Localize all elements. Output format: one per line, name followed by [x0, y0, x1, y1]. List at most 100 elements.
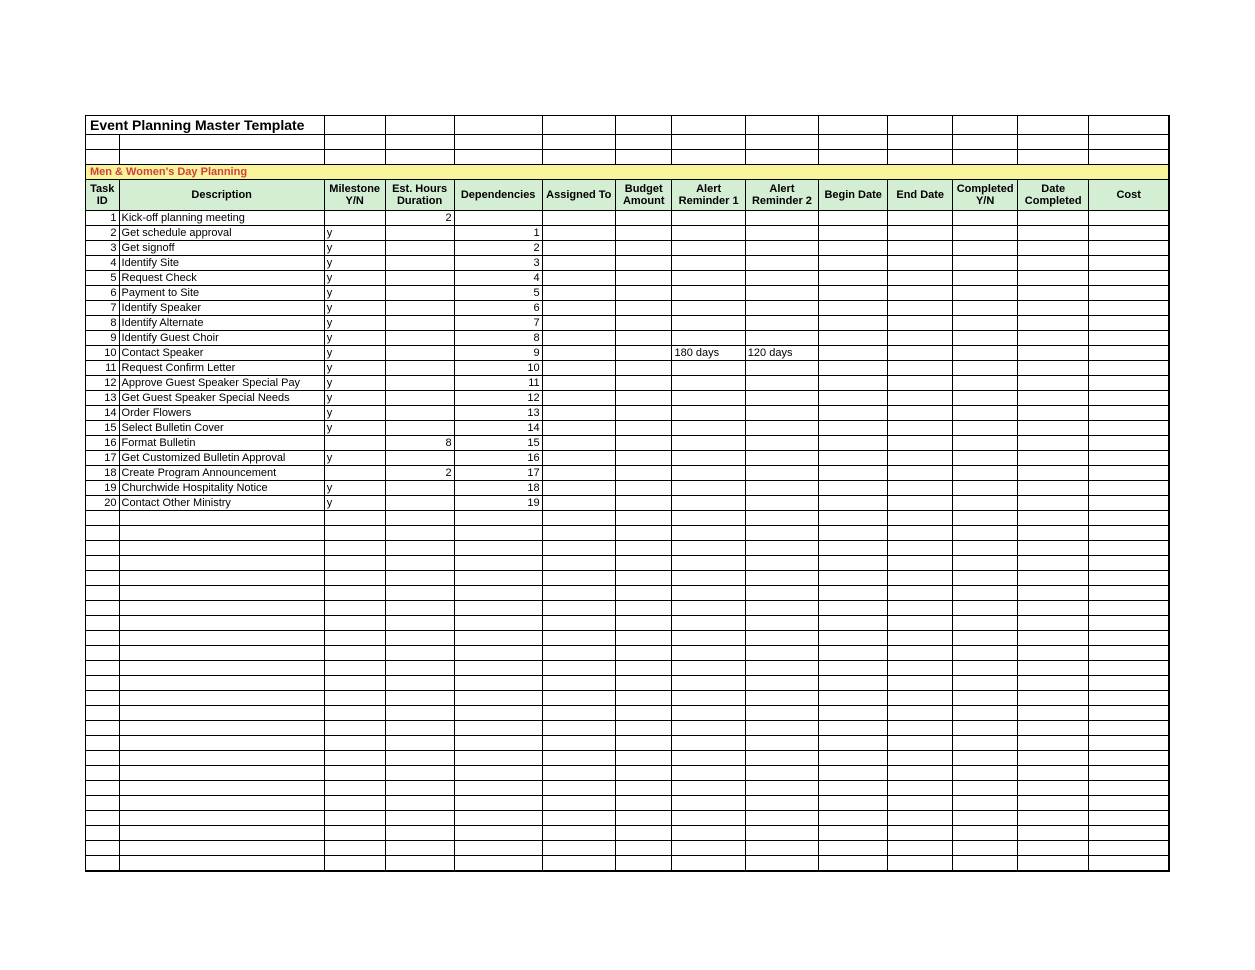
empty-cell[interactable] [385, 511, 454, 526]
empty-cell[interactable] [953, 631, 1018, 646]
cell-cost[interactable] [1089, 271, 1169, 286]
cell-cost[interactable] [1089, 316, 1169, 331]
empty-cell[interactable] [454, 616, 542, 631]
empty-cell[interactable] [324, 706, 385, 721]
empty-cell[interactable] [454, 841, 542, 856]
cell-budget[interactable] [615, 436, 672, 451]
empty-cell[interactable] [819, 796, 888, 811]
empty-cell[interactable] [819, 766, 888, 781]
empty-cell[interactable] [1018, 766, 1089, 781]
cell-est-hours[interactable] [385, 331, 454, 346]
empty-cell[interactable] [953, 811, 1018, 826]
cell-cost[interactable] [1089, 211, 1169, 226]
empty-cell[interactable] [324, 526, 385, 541]
cell-alert-2[interactable] [745, 496, 818, 511]
empty-cell[interactable] [385, 856, 454, 871]
empty-cell[interactable] [1018, 586, 1089, 601]
cell-task-id[interactable]: 20 [86, 496, 120, 511]
cell-assigned-to[interactable] [542, 376, 615, 391]
cell-milestone[interactable]: y [324, 421, 385, 436]
empty-cell[interactable] [542, 556, 615, 571]
empty-cell[interactable] [385, 556, 454, 571]
cell-description[interactable]: Identify Guest Choir [119, 331, 324, 346]
cell-assigned-to[interactable] [542, 421, 615, 436]
empty-cell[interactable] [86, 556, 120, 571]
empty-cell[interactable] [1018, 571, 1089, 586]
empty-cell[interactable] [454, 751, 542, 766]
empty-cell[interactable] [1018, 751, 1089, 766]
cell-begin-date[interactable] [819, 316, 888, 331]
empty-cell[interactable] [86, 841, 120, 856]
empty-cell[interactable] [324, 826, 385, 841]
cell-dependencies[interactable]: 13 [454, 406, 542, 421]
cell-cost[interactable] [1089, 361, 1169, 376]
cell-begin-date[interactable] [819, 391, 888, 406]
empty-cell[interactable] [324, 811, 385, 826]
empty-cell[interactable] [819, 526, 888, 541]
cell-assigned-to[interactable] [542, 271, 615, 286]
cell-est-hours[interactable] [385, 286, 454, 301]
empty-cell[interactable] [745, 676, 818, 691]
empty-cell[interactable] [1089, 766, 1169, 781]
empty-cell[interactable] [119, 811, 324, 826]
empty-cell[interactable] [86, 826, 120, 841]
cell-task-id[interactable]: 8 [86, 316, 120, 331]
cell-end-date[interactable] [888, 211, 953, 226]
cell-est-hours[interactable] [385, 346, 454, 361]
empty-cell[interactable] [745, 856, 818, 871]
empty-cell[interactable] [953, 571, 1018, 586]
empty-cell[interactable] [385, 736, 454, 751]
empty-cell[interactable] [385, 661, 454, 676]
empty-cell[interactable] [888, 541, 953, 556]
empty-cell[interactable] [454, 631, 542, 646]
cell-alert-2[interactable] [745, 286, 818, 301]
cell-alert-2[interactable] [745, 436, 818, 451]
empty-cell[interactable] [745, 556, 818, 571]
cell-date-completed[interactable] [1018, 376, 1089, 391]
cell-budget[interactable] [615, 211, 672, 226]
cell-description[interactable]: Create Program Announcement [119, 466, 324, 481]
cell-cost[interactable] [1089, 226, 1169, 241]
empty-cell[interactable] [888, 631, 953, 646]
cell-completed-yn[interactable] [953, 301, 1018, 316]
empty-cell[interactable] [119, 736, 324, 751]
cell-milestone[interactable] [324, 211, 385, 226]
empty-cell[interactable] [888, 706, 953, 721]
cell-assigned-to[interactable] [542, 331, 615, 346]
cell-alert-2[interactable] [745, 271, 818, 286]
empty-cell[interactable] [672, 631, 745, 646]
cell-alert-1[interactable] [672, 451, 745, 466]
empty-cell[interactable] [672, 661, 745, 676]
empty-cell[interactable] [324, 781, 385, 796]
cell-end-date[interactable] [888, 496, 953, 511]
empty-cell[interactable] [819, 856, 888, 871]
cell-alert-1[interactable] [672, 466, 745, 481]
empty-cell[interactable] [119, 646, 324, 661]
cell-date-completed[interactable] [1018, 481, 1089, 496]
empty-cell[interactable] [1089, 676, 1169, 691]
empty-cell[interactable] [119, 691, 324, 706]
empty-cell[interactable] [385, 826, 454, 841]
cell-end-date[interactable] [888, 391, 953, 406]
empty-cell[interactable] [542, 571, 615, 586]
cell-budget[interactable] [615, 271, 672, 286]
cell-milestone[interactable]: y [324, 241, 385, 256]
cell-assigned-to[interactable] [542, 226, 615, 241]
cell-est-hours[interactable]: 2 [385, 466, 454, 481]
empty-cell[interactable] [953, 691, 1018, 706]
cell-est-hours[interactable] [385, 316, 454, 331]
empty-cell[interactable] [745, 796, 818, 811]
empty-cell[interactable] [1089, 586, 1169, 601]
empty-cell[interactable] [86, 796, 120, 811]
cell-dependencies[interactable]: 19 [454, 496, 542, 511]
cell-assigned-to[interactable] [542, 316, 615, 331]
cell-alert-1[interactable] [672, 496, 745, 511]
cell-cost[interactable] [1089, 376, 1169, 391]
cell-est-hours[interactable] [385, 256, 454, 271]
empty-cell[interactable] [542, 811, 615, 826]
cell-date-completed[interactable] [1018, 466, 1089, 481]
empty-cell[interactable] [888, 841, 953, 856]
empty-cell[interactable] [385, 631, 454, 646]
cell-description[interactable]: Get Customized Bulletin Approval [119, 451, 324, 466]
cell-milestone[interactable]: y [324, 316, 385, 331]
